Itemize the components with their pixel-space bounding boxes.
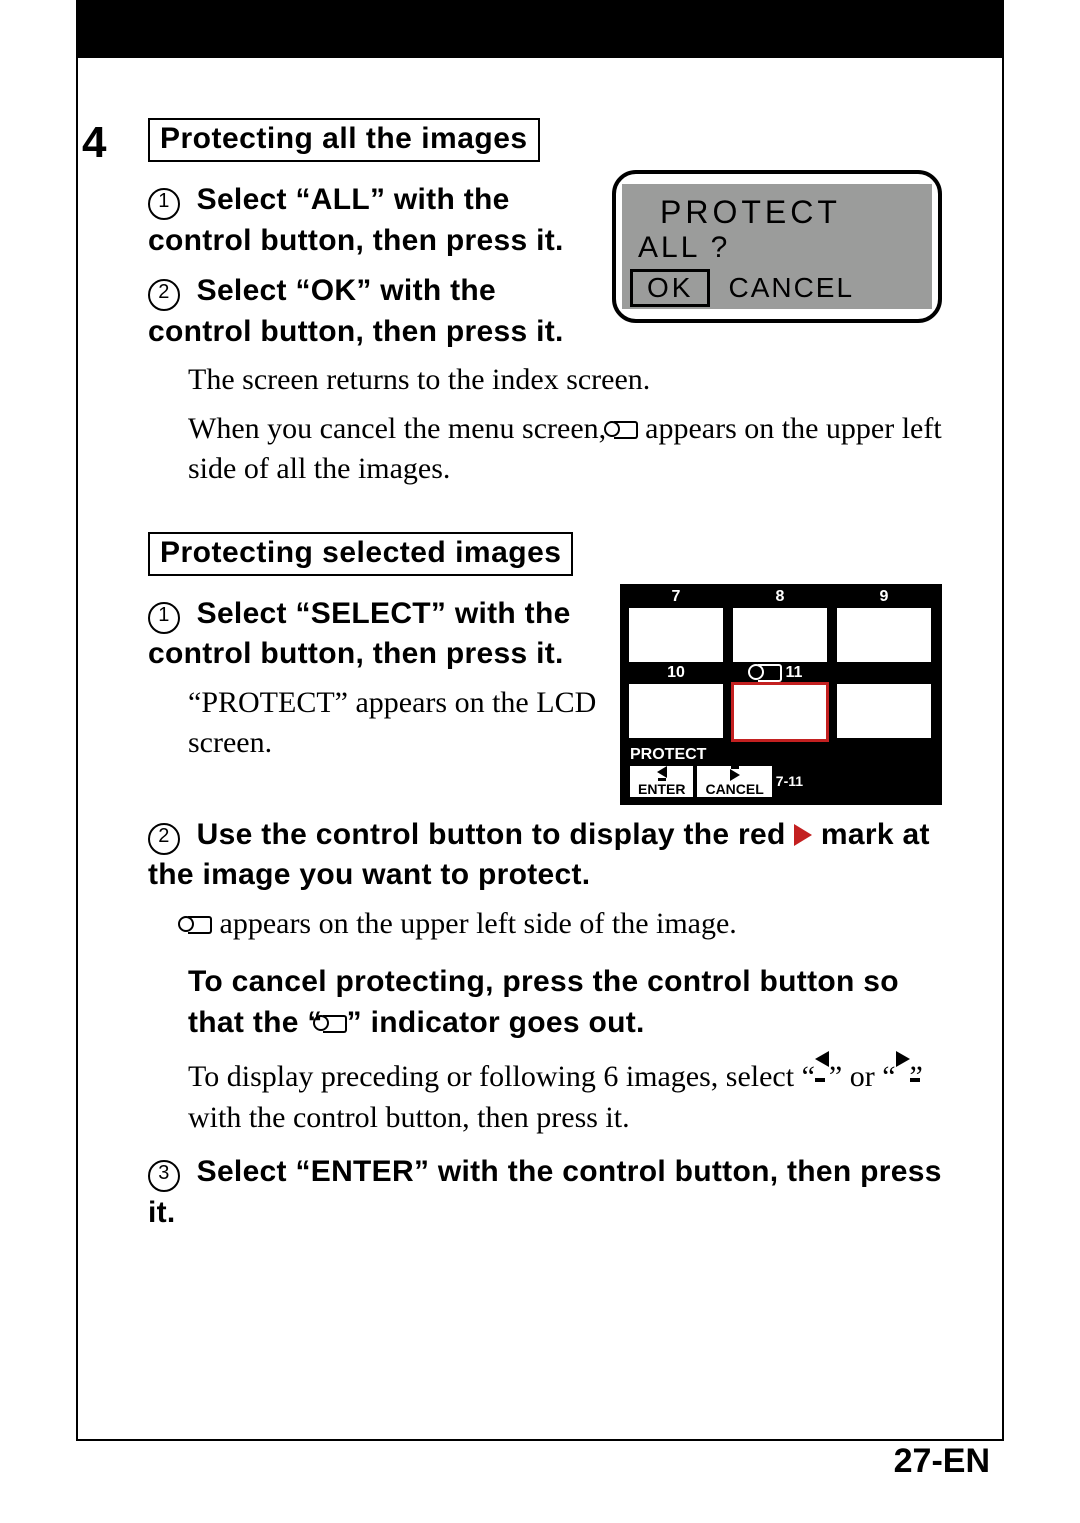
substep-b3-text: Select “ENTER” with the control button, … (148, 1155, 942, 1229)
grid-thumb[interactable] (835, 682, 933, 740)
grid-range: 7-11 (776, 773, 803, 789)
arrow-left-icon (815, 1051, 829, 1067)
key-icon (614, 421, 638, 439)
substep-1-text: Select “ALL” with the control button, th… (148, 183, 564, 257)
grid-protect-label: PROTECT (624, 742, 938, 764)
grid-num-8: 8 (728, 588, 832, 606)
result-text-2: When you cancel the menu screen, appears… (188, 409, 942, 490)
substep-b2-marker: 2 (148, 823, 180, 855)
section-title-protect-all: Protecting all the images (148, 118, 540, 162)
page-number: 27-EN (894, 1442, 990, 1481)
substep-b1-marker: 1 (148, 602, 180, 634)
substep-b2-text: Use the control button to display the re… (148, 818, 930, 892)
lcd-ok-button[interactable]: OK (630, 269, 710, 307)
substep-b3-marker: 3 (148, 1160, 180, 1192)
lcd-index-grid: 7 8 9 10 11 PROTECT ENTER (620, 584, 942, 805)
grid-thumb[interactable] (627, 682, 725, 740)
key-icon (323, 1015, 347, 1033)
section-title-protect-selected: Protecting selected images (148, 532, 573, 576)
page-content: Protecting all the images 1 Select “ALL”… (76, 56, 1004, 1233)
grid-thumb[interactable] (627, 606, 725, 664)
lcd-protect-all: PROTECT ALL ? OK CANCEL (612, 170, 942, 323)
navigation-text: To display preceding or following 6 imag… (188, 1051, 942, 1138)
cancel-protection-heading: To cancel protecting, press the control … (188, 962, 942, 1043)
grid-num-7: 7 (624, 588, 728, 606)
substep-b2-result: appears on the upper left side of the im… (188, 904, 942, 945)
grid-thumb[interactable] (835, 606, 933, 664)
grid-num-11: 11 (728, 664, 832, 682)
substep-1-marker: 1 (148, 188, 180, 220)
substep-b1-result: “PROTECT” appears on the LCD screen. (188, 683, 600, 764)
lcd-line-protect: PROTECT (660, 194, 924, 231)
lcd-line-all: ALL ? (638, 231, 924, 265)
grid-thumb-selected[interactable] (731, 682, 829, 742)
key-icon (188, 916, 212, 934)
result-text-1: The screen returns to the index screen. (188, 360, 942, 401)
grid-num-9: 9 (832, 588, 936, 606)
substep-2-marker: 2 (148, 279, 180, 311)
red-triangle-icon (794, 824, 812, 846)
grid-cancel-button[interactable]: CANCEL (697, 766, 771, 797)
grid-thumb[interactable] (731, 606, 829, 664)
lcd-cancel-button[interactable]: CANCEL (728, 272, 854, 304)
substep-2-text: Select “OK” with the control button, the… (148, 274, 564, 348)
substep-b1-text: Select “SELECT” with the control button,… (148, 597, 571, 671)
arrow-right-icon (896, 1051, 910, 1067)
header-black-bar (76, 0, 1004, 56)
grid-num-10: 10 (624, 664, 728, 682)
grid-enter-button[interactable]: ENTER (630, 766, 693, 797)
